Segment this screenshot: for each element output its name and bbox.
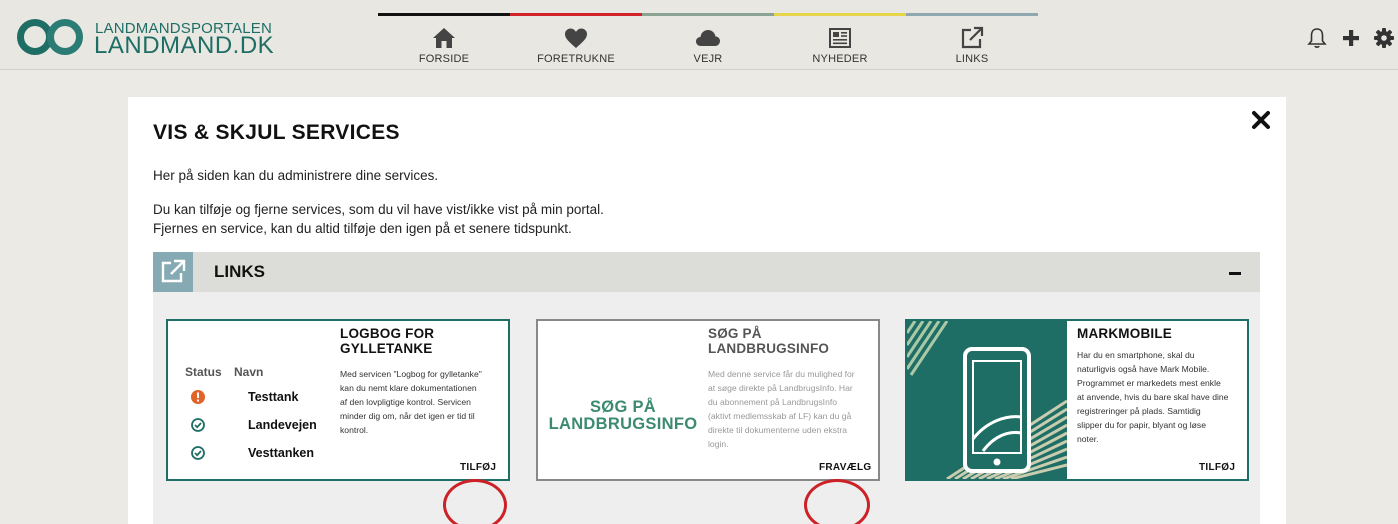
home-icon	[433, 28, 455, 48]
card-title: MARKMOBILE	[1077, 326, 1172, 341]
nav-nyheder[interactable]: NYHEDER	[774, 16, 906, 66]
card-title-line2: LANDBRUGSINFO	[708, 341, 830, 356]
external-link-icon	[961, 26, 984, 49]
top-bar: LANDMANDSPORTALEN LANDMAND.DK FORSIDE FO…	[0, 0, 1398, 70]
table-header-name: Navn	[234, 365, 264, 379]
card-description: Med servicen "Logbog for gylletanke" kan…	[340, 369, 482, 435]
card-title-line1: SØG PÅ	[708, 326, 762, 341]
add-button[interactable]: TILFØJ	[460, 462, 496, 473]
cloud-icon	[696, 30, 720, 46]
highlight-circle	[804, 479, 870, 524]
nav-label: LINKS	[955, 53, 989, 65]
links-section-header[interactable]: LINKS	[153, 252, 1260, 292]
landmand-logo[interactable]: LANDMANDSPORTALEN LANDMAND.DK	[17, 19, 277, 59]
bell-icon[interactable]	[1305, 26, 1329, 50]
section-icon	[153, 252, 193, 292]
tank-name: Vesttanken	[248, 446, 315, 460]
nav-label: VEJR	[693, 53, 723, 65]
close-icon[interactable]	[1250, 109, 1272, 131]
service-card-markmobile: MARKMOBILE Har du en smartphone, skal du…	[905, 319, 1249, 481]
tank-name: Testtank	[248, 390, 299, 404]
heart-icon	[565, 28, 587, 48]
add-button[interactable]: TILFØJ	[1199, 462, 1235, 473]
tank-name: Landevejen	[248, 418, 317, 432]
nav-label: FORETRUKNE	[537, 53, 615, 65]
nav-label: NYHEDER	[812, 53, 868, 65]
card-description: Med denne service får du mulighed for at…	[708, 369, 855, 449]
logo-title: LANDMAND.DK	[94, 32, 275, 59]
nav-links[interactable]: LINKS	[906, 16, 1038, 66]
highlight-circle	[443, 479, 507, 524]
collapse-toggle[interactable]	[1227, 264, 1245, 282]
modal-text-1: Du kan tilføje og fjerne services, som d…	[153, 202, 604, 217]
landbrugsinfo-logo: SØG PÅ LANDBRUGSINFO	[548, 398, 698, 433]
deselect-button[interactable]: FRAVÆLG	[819, 462, 871, 473]
markmobile-phone-image	[907, 321, 1067, 479]
external-link-icon	[161, 259, 186, 283]
nav-vejr[interactable]: VEJR	[642, 16, 774, 66]
modal-title: VIS & SKJUL SERVICES	[153, 121, 400, 144]
modal-intro: Her på siden kan du administrere dine se…	[153, 168, 439, 183]
plus-icon[interactable]	[1339, 26, 1363, 50]
services-modal: VIS & SKJUL SERVICES Her på siden kan du…	[128, 97, 1286, 524]
nav-forside[interactable]: FORSIDE	[378, 16, 510, 66]
gear-icon[interactable]	[1372, 26, 1396, 50]
links-section: LINKS Status Navn Testtank Landevejen Ve…	[153, 252, 1260, 524]
card-description: Har du en smartphone, skal du naturligvi…	[1077, 350, 1229, 444]
card-title-line2: GYLLETANKE	[340, 341, 433, 356]
logo-rings-icon	[17, 19, 93, 55]
newspaper-icon	[829, 28, 851, 48]
nav-foretrukne[interactable]: FORETRUKNE	[510, 16, 642, 66]
section-title: LINKS	[214, 262, 265, 281]
warning-icon	[191, 390, 205, 404]
service-card-logbog: Status Navn Testtank Landevejen Vesttank…	[166, 319, 510, 481]
service-card-landbrugsinfo: SØG PÅ LANDBRUGSINFO SØG PÅ LANDBRUGSINF…	[536, 319, 880, 481]
card-title-line1: LOGBOG FOR	[340, 326, 435, 341]
modal-text-2: Fjernes en service, kan du altid tilføje…	[153, 221, 572, 236]
nav-label: FORSIDE	[418, 53, 470, 65]
check-circle-icon	[191, 418, 205, 432]
table-header-status: Status	[185, 365, 222, 379]
check-circle-icon	[191, 446, 205, 460]
